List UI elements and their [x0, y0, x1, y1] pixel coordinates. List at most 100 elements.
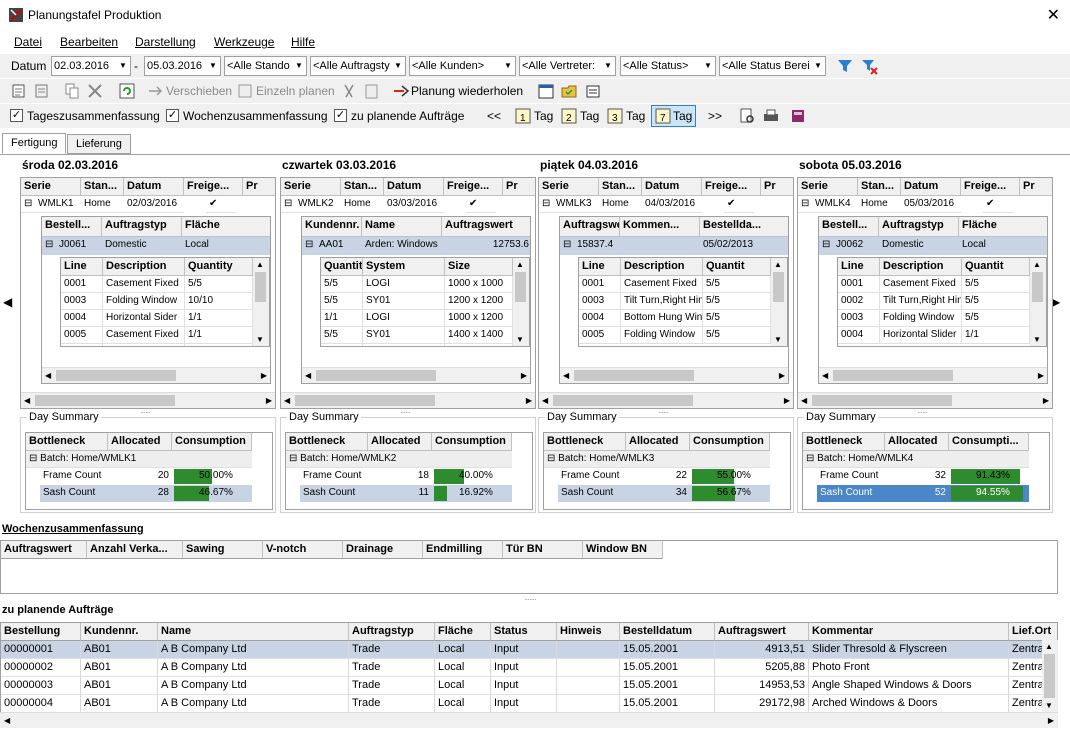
- scroll-thumb[interactable]: [295, 395, 435, 406]
- planung-wiederholen-button[interactable]: Planung wiederholen: [411, 84, 523, 98]
- weekly-header-vnotch[interactable]: V-notch: [263, 541, 343, 559]
- line-header[interactable]: Quantit: [703, 258, 771, 276]
- subgrid-header[interactable]: Bestellda...: [700, 217, 788, 237]
- status-bereich-select[interactable]: <Alle Status Berei ▼: [719, 56, 826, 76]
- order-cell[interactable]: 15837.4: [574, 237, 620, 254]
- scroll-right-icon[interactable]: ▶: [1048, 716, 1054, 725]
- line-cell[interactable]: 5/5: [703, 276, 771, 293]
- paste-icon[interactable]: [363, 82, 381, 100]
- grid-header[interactable]: Stan...: [858, 178, 901, 196]
- scroll-right-icon[interactable]: ▶: [1038, 371, 1044, 380]
- backlog-cell[interactable]: [557, 659, 620, 677]
- line-cell[interactable]: Casement Fixed: [103, 276, 185, 293]
- backlog-cell[interactable]: 00000002: [1, 659, 81, 677]
- scroll-left-icon[interactable]: ◀: [563, 371, 569, 380]
- backlog-cell[interactable]: AB01: [81, 677, 158, 695]
- scroll-left-icon[interactable]: ◀: [45, 371, 51, 380]
- grid-header[interactable]: Datum: [901, 178, 961, 196]
- tab-lieferung[interactable]: Lieferung: [67, 134, 131, 154]
- batch-row[interactable]: ⊟ Batch: Home/WMLK2: [286, 451, 512, 468]
- backlog-cell[interactable]: 5205,88: [715, 659, 809, 677]
- line-cell[interactable]: Tilt Turn,Right Hinged: [880, 293, 962, 310]
- subgrid-header[interactable]: Fläche: [182, 217, 270, 237]
- scroll-thumb[interactable]: [1032, 272, 1043, 302]
- scroll-down-icon[interactable]: ▼: [516, 335, 524, 344]
- scroll-right-icon[interactable]: ▶: [1043, 396, 1049, 405]
- grid-header[interactable]: Serie: [281, 178, 341, 196]
- line-cell[interactable]: Horizontal Slider: [103, 344, 185, 346]
- move-icon[interactable]: [147, 82, 165, 100]
- zu-planende-checkbox[interactable]: ✓: [334, 109, 347, 122]
- backlog-cell[interactable]: Local: [435, 677, 491, 695]
- line-cell[interactable]: 10/10: [185, 293, 253, 310]
- backlog-cell[interactable]: 00000004: [1, 695, 81, 713]
- schedule-single-icon[interactable]: [236, 82, 254, 100]
- grid-header[interactable]: Serie: [21, 178, 81, 196]
- scroll-right-icon[interactable]: ▶: [261, 371, 267, 380]
- print-icon[interactable]: [762, 107, 780, 125]
- subgrid-header[interactable]: Kommen...: [620, 217, 700, 237]
- backlog-cell[interactable]: 15.05.2001: [620, 659, 715, 677]
- new-order-icon[interactable]: [10, 82, 28, 100]
- scroll-up-icon[interactable]: ▲: [1033, 260, 1041, 269]
- datum-cell[interactable]: 03/03/2016: [384, 196, 444, 213]
- summary-header[interactable]: Allocated: [368, 433, 432, 451]
- grid-header[interactable]: Datum: [124, 178, 184, 196]
- backlog-header[interactable]: Hinweis: [557, 623, 620, 641]
- backlog-cell[interactable]: Local: [435, 695, 491, 713]
- line-cell[interactable]: 5/5: [185, 276, 253, 293]
- order-cell[interactable]: AA01: [316, 237, 362, 254]
- splitter-handle[interactable]: ······: [917, 408, 928, 417]
- line-header[interactable]: Line: [838, 258, 880, 276]
- backlog-cell[interactable]: [557, 695, 620, 713]
- tag2-button[interactable]: Tag: [580, 109, 599, 123]
- backlog-cell[interactable]: [557, 641, 620, 659]
- freigabe-checkbox[interactable]: ✔: [983, 196, 1013, 213]
- scroll-left-icon[interactable]: ◀: [542, 396, 548, 405]
- refresh-icon[interactable]: [118, 82, 136, 100]
- weekly-header-drainage[interactable]: Drainage: [343, 541, 423, 559]
- backlog-cell[interactable]: Trade: [349, 695, 435, 713]
- date-to-picker[interactable]: 05.03.2016 ▼: [144, 56, 221, 76]
- subgrid-hscrollbar[interactable]: ◀ ▶: [560, 367, 788, 383]
- stan-cell[interactable]: Home: [81, 196, 124, 213]
- line-cell[interactable]: 0004: [579, 310, 621, 327]
- backlog-cell[interactable]: A B Company Ltd: [158, 659, 349, 677]
- batch-row[interactable]: ⊟ Batch: Home/WMLK3: [544, 451, 770, 468]
- summary-header[interactable]: Consumption: [690, 433, 770, 451]
- backlog-header[interactable]: Status: [491, 623, 557, 641]
- scroll-right-icon[interactable]: ▶: [784, 396, 790, 405]
- line-cell[interactable]: Folding Window: [621, 327, 703, 344]
- line-cell[interactable]: 0003: [61, 293, 103, 310]
- tag7-button[interactable]: 7 Tag: [651, 105, 696, 127]
- weekly-header-tuer-bn[interactable]: Tür BN: [503, 541, 583, 559]
- backlog-cell[interactable]: Local: [435, 659, 491, 677]
- backlog-cell[interactable]: Trade: [349, 677, 435, 695]
- scroll-up-icon[interactable]: ▲: [774, 260, 782, 269]
- line-cell[interactable]: 1/1: [185, 344, 253, 346]
- backlog-header[interactable]: Lief.Ort: [1009, 623, 1057, 641]
- line-header[interactable]: Description: [621, 258, 703, 276]
- date-from-picker[interactable]: 02.03.2016 ▼: [51, 56, 131, 76]
- tab-fertigung[interactable]: Fertigung: [2, 133, 67, 154]
- grid-header[interactable]: Freige...: [184, 178, 243, 196]
- line-header[interactable]: Quantit: [962, 258, 1030, 276]
- splitter-handle[interactable]: ······: [658, 408, 669, 417]
- scroll-up-icon[interactable]: ▲: [1045, 642, 1053, 651]
- line-cell[interactable]: SY01: [363, 293, 445, 310]
- line-cell[interactable]: 0004: [838, 327, 880, 344]
- line-cell[interactable]: 5/5: [962, 293, 1030, 310]
- collapse-icon[interactable]: ⊟: [819, 237, 833, 254]
- backlog-cell[interactable]: 14953,53: [715, 677, 809, 695]
- grid-header[interactable]: Pr: [503, 178, 535, 196]
- collapse-icon[interactable]: ⊟: [289, 453, 300, 464]
- line-cell[interactable]: 5/5: [321, 293, 363, 310]
- line-cell[interactable]: 1/1: [185, 310, 253, 327]
- scroll-right-icon[interactable]: ▶: [526, 396, 532, 405]
- line-cell[interactable]: Casement Fixed: [621, 276, 703, 293]
- subgrid-header[interactable]: Kundennr.: [302, 217, 362, 237]
- backlog-hscrollbar[interactable]: ◀ ▶: [0, 712, 1058, 728]
- scroll-thumb[interactable]: [773, 272, 784, 302]
- scroll-thumb[interactable]: [1044, 654, 1055, 698]
- collapse-icon[interactable]: ⊟: [560, 237, 574, 254]
